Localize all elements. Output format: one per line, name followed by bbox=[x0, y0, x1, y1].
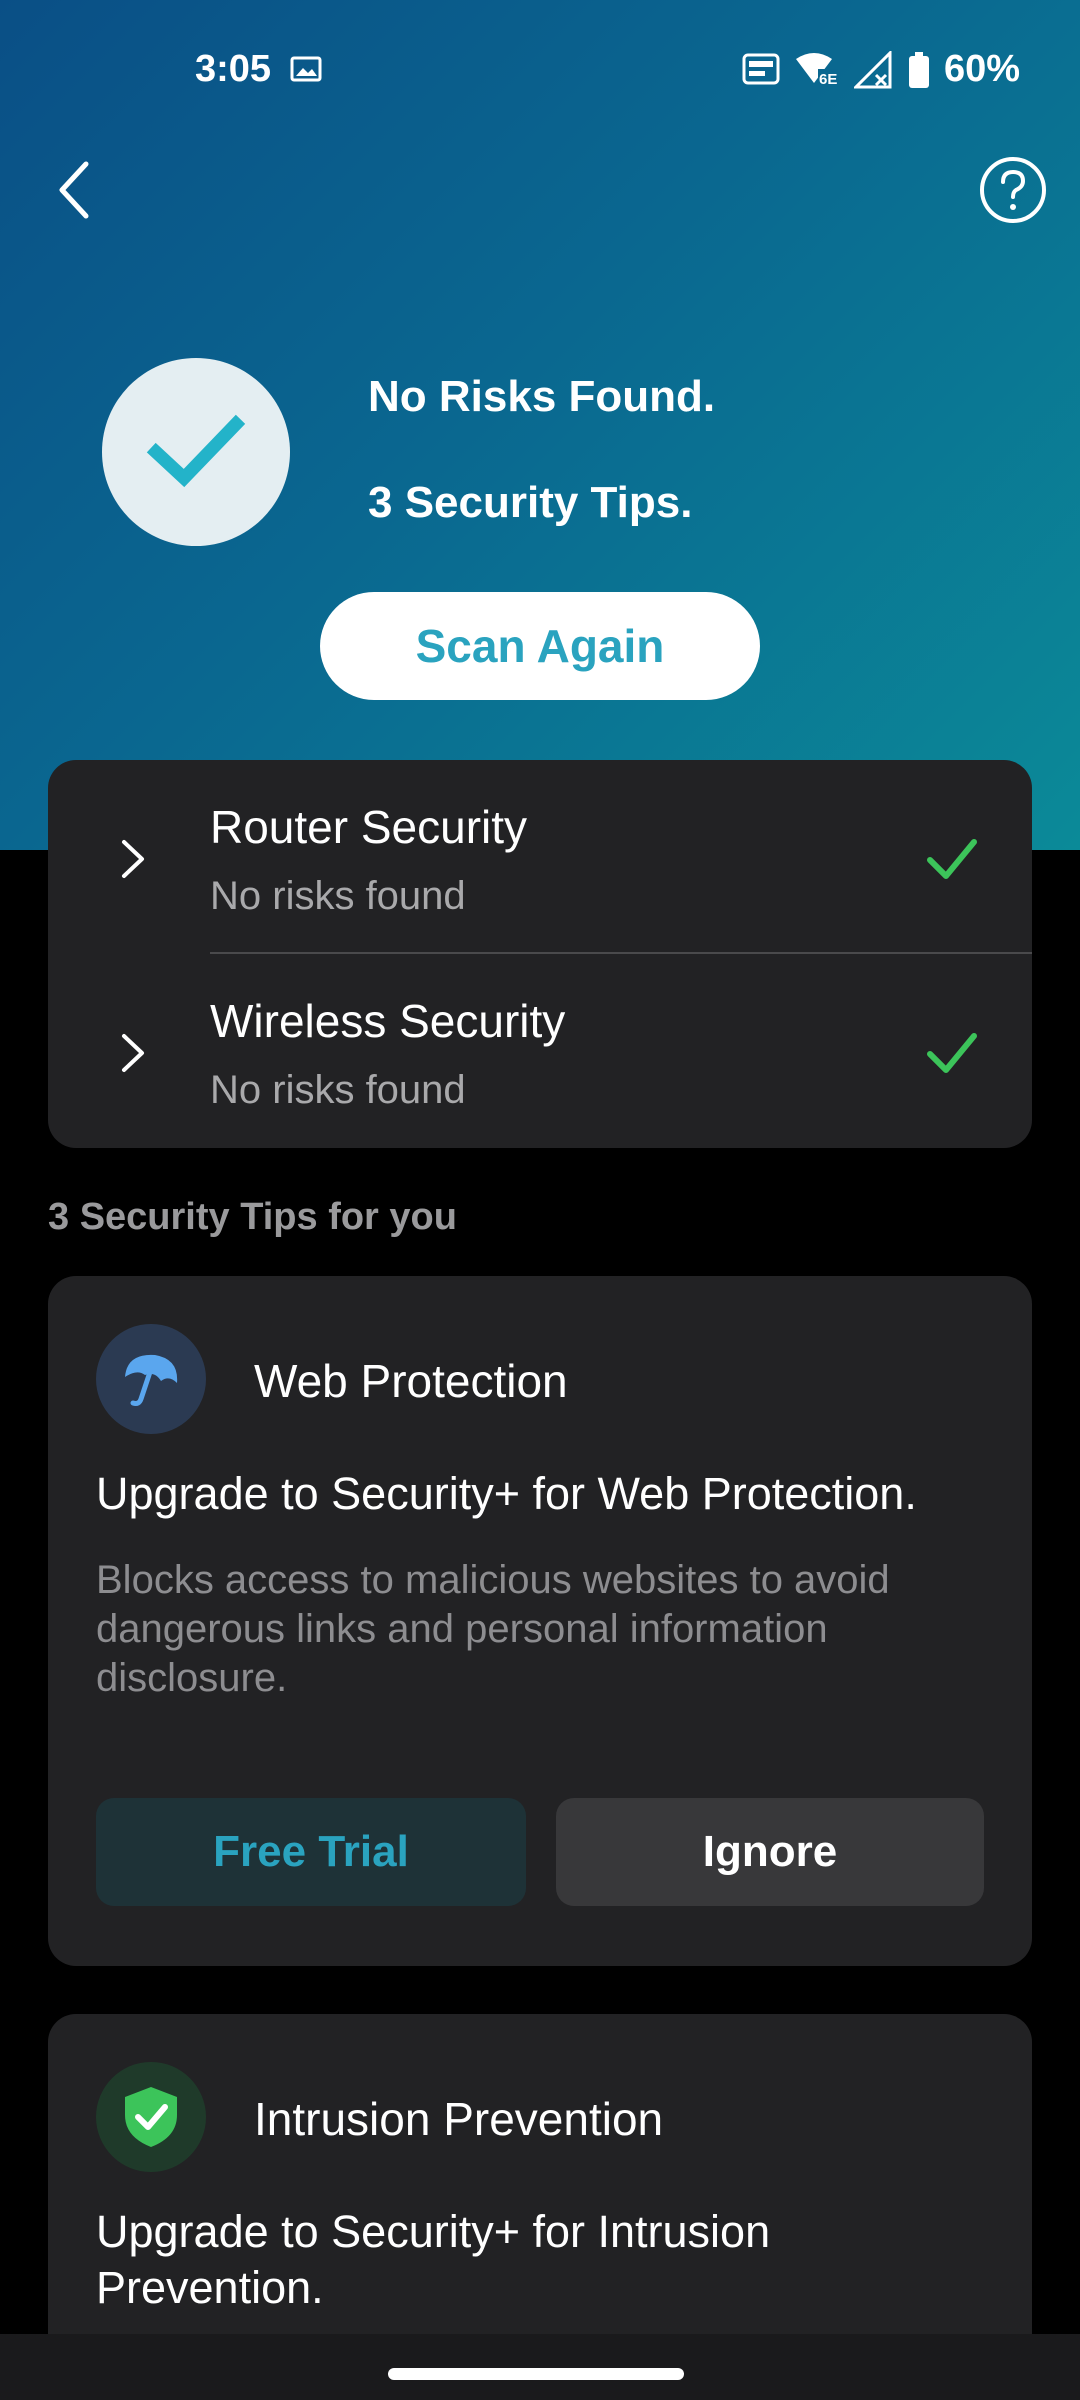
intrusion-prevention-icon-badge bbox=[96, 2062, 206, 2172]
free-trial-button[interactable]: Free Trial bbox=[96, 1798, 526, 1906]
auto-hz-icon bbox=[742, 53, 780, 84]
intrusion-prevention-headline: Upgrade to Security+ for Intrusion Preve… bbox=[96, 2206, 771, 2313]
router-security-row[interactable]: Router Security No risks found bbox=[48, 760, 1032, 954]
chevron-right-icon bbox=[122, 1034, 144, 1072]
security-list-card: Router Security No risks found Wireless … bbox=[48, 760, 1032, 1148]
no-signal-icon bbox=[853, 50, 892, 88]
chevron-left-icon bbox=[59, 161, 89, 219]
navigation-bar bbox=[0, 2334, 1080, 2400]
image-icon bbox=[290, 56, 322, 82]
chevron-right-icon bbox=[122, 840, 144, 878]
shield-check-icon bbox=[125, 2087, 177, 2147]
web-protection-headline: Upgrade to Security+ for Web Protection. bbox=[96, 1468, 917, 1519]
web-protection-icon-badge bbox=[96, 1324, 206, 1434]
svg-text:6E: 6E bbox=[819, 71, 837, 88]
status-time: 3:05 bbox=[195, 48, 272, 90]
tips-heading: 3 Security Tips for you bbox=[48, 1196, 457, 1238]
status-icons: 6E 60% bbox=[742, 48, 1020, 91]
wireless-security-status: No risks found bbox=[210, 1068, 466, 1112]
summary-tips-count: 3 Security Tips. bbox=[368, 478, 693, 527]
check-icon bbox=[927, 1033, 977, 1073]
wireless-security-title: Wireless Security bbox=[210, 995, 566, 1047]
home-gesture-handle[interactable] bbox=[388, 2368, 684, 2380]
status-bar: 3:05 6E 60% bbox=[0, 0, 1080, 140]
intrusion-prevention-title: Intrusion Prevention bbox=[254, 2093, 664, 2145]
battery-percent: 60% bbox=[943, 48, 1020, 90]
back-button[interactable] bbox=[44, 150, 104, 230]
wireless-security-row[interactable]: Wireless Security No risks found bbox=[48, 954, 1032, 1148]
router-security-title: Router Security bbox=[210, 801, 528, 853]
help-button[interactable] bbox=[978, 155, 1048, 225]
router-security-status: No risks found bbox=[210, 874, 466, 918]
check-icon bbox=[927, 839, 977, 879]
web-protection-title: Web Protection bbox=[254, 1355, 568, 1407]
summary-risks: No Risks Found. bbox=[368, 372, 716, 421]
ignore-button[interactable]: Ignore bbox=[556, 1798, 984, 1906]
screen: 3:05 6E 60% No Risks Found. 3 Security T… bbox=[0, 0, 1080, 2400]
help-circle-icon bbox=[980, 157, 1046, 223]
result-check-badge bbox=[102, 358, 290, 546]
web-protection-card: Web Protection Upgrade to Security+ for … bbox=[48, 1276, 1032, 1966]
web-protection-description: Blocks access to malicious websites to a… bbox=[96, 1558, 890, 1700]
battery-icon bbox=[908, 51, 929, 88]
scan-again-button[interactable]: Scan Again bbox=[320, 592, 760, 700]
wifi-6e-icon: 6E bbox=[795, 52, 838, 88]
checkmark-icon bbox=[146, 414, 246, 488]
umbrella-icon bbox=[125, 1354, 178, 1406]
